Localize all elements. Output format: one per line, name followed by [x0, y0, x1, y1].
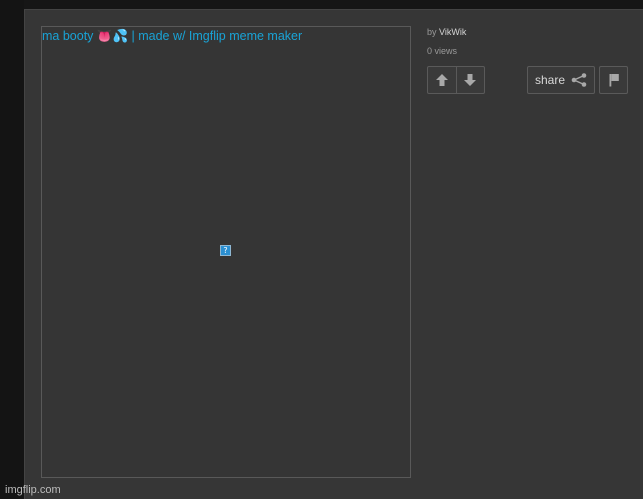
broken-image-icon: ?: [220, 245, 231, 256]
left-rail: [0, 0, 24, 499]
imgflip-watermark: imgflip.com: [5, 484, 61, 496]
meme-image-alt-text: ma booty 👅💦 | made w/ Imgflip meme maker: [42, 29, 303, 43]
meme-panel: ma booty 👅💦 | made w/ Imgflip meme maker…: [24, 9, 643, 499]
meme-image-frame[interactable]: ma booty 👅💦 | made w/ Imgflip meme maker…: [41, 26, 411, 478]
share-icon: [571, 73, 587, 87]
flag-button[interactable]: [599, 66, 628, 94]
view-count: 0 views: [427, 46, 458, 56]
by-label: by: [427, 27, 437, 37]
arrow-up-icon: [435, 74, 448, 86]
downvote-button[interactable]: [455, 67, 485, 93]
share-button[interactable]: share: [527, 66, 595, 94]
author-link[interactable]: VikWik: [439, 27, 466, 37]
upvote-button[interactable]: [428, 67, 456, 93]
share-label: share: [534, 73, 566, 87]
author-line: by VikWik: [427, 27, 466, 38]
arrow-down-icon: [464, 74, 477, 86]
flag-icon: [609, 74, 619, 87]
page: ma booty 👅💦 | made w/ Imgflip meme maker…: [0, 0, 643, 499]
vote-group: [427, 66, 485, 94]
